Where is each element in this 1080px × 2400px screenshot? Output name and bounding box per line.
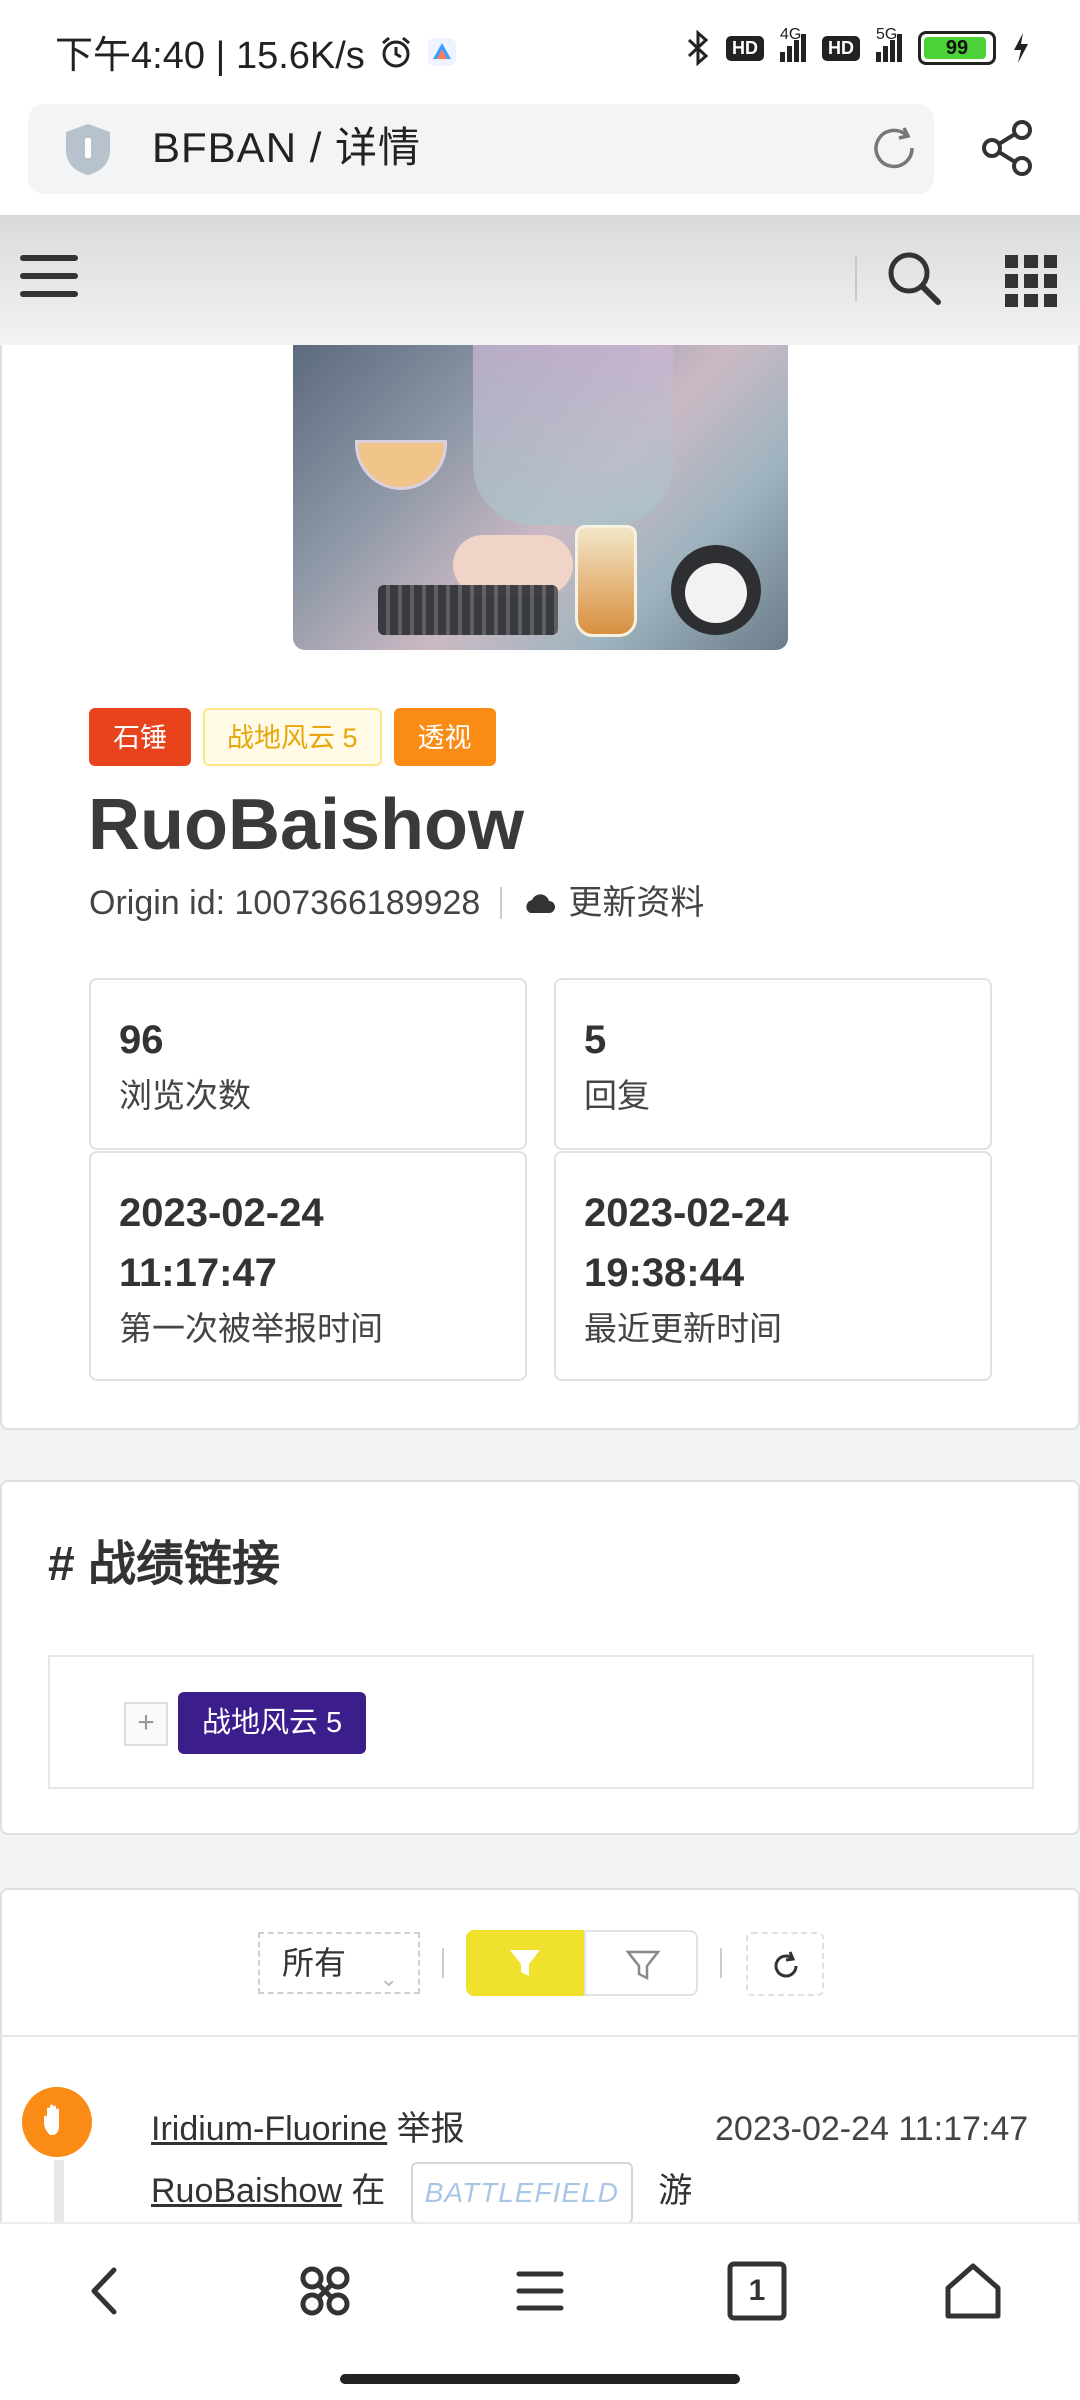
filter-outline-icon — [625, 1950, 661, 1981]
tag-game[interactable]: 战地风云 5 — [203, 708, 382, 766]
shield-icon[interactable] — [62, 122, 114, 176]
chevron-down-icon: ⌄ — [379, 1966, 398, 1991]
stat-views-label: 浏览次数 — [119, 1077, 251, 1114]
target-link[interactable]: RuoBaishow — [151, 2172, 342, 2210]
back-icon[interactable] — [72, 2256, 142, 2326]
bluetooth-icon — [687, 30, 709, 66]
game-link-button[interactable]: 战地风云 5 — [178, 1692, 367, 1754]
stat-views-value: 96 — [119, 1018, 164, 1062]
divider — [720, 1948, 722, 1978]
stat-last-update: 2023-02-24 19:38:44 最近更新时间 — [554, 1151, 992, 1381]
signal-icon-4g: 4G — [780, 26, 806, 62]
filter-inactive-button[interactable] — [584, 1930, 698, 1996]
expand-button[interactable]: + — [124, 1702, 168, 1746]
home-icon[interactable] — [938, 2256, 1008, 2326]
avatar — [293, 345, 788, 650]
header-divider — [855, 255, 857, 301]
update-profile-label[interactable]: 更新资料 — [568, 878, 704, 928]
hamburger-icon[interactable] — [20, 255, 78, 305]
network-5g-label: 5G — [876, 26, 898, 43]
stat-replies: 5 回复 — [554, 978, 992, 1150]
record-links-title: # 战绩链接 — [48, 1538, 281, 1591]
apps-grid-icon[interactable] — [1005, 255, 1057, 307]
tabs-count: 1 — [748, 2274, 766, 2307]
timeline-entry-text: Iridium-Fluorine 举报 RuoBaishow 在 BATTLEF… — [151, 2098, 693, 2266]
refresh-icon — [774, 1951, 798, 1978]
refresh-button[interactable] — [746, 1932, 824, 1996]
stat-first-report-label: 第一次被举报时间 — [119, 1310, 383, 1347]
filter-select-value: 所有 — [282, 1945, 347, 1981]
battery-level: 99 — [945, 36, 969, 59]
command-icon[interactable] — [290, 2256, 360, 2326]
battery-icon: 99 — [918, 31, 996, 65]
battlefield-v-badge: BATTLEFIELD V — [410, 2162, 633, 2266]
timeline-entry-time: 2023-02-24 11:17:47 — [715, 2110, 1029, 2148]
stat-first-report-date: 2023-02-24 — [119, 1191, 324, 1235]
stat-replies-value: 5 — [584, 1018, 607, 1062]
filter-active-button[interactable] — [466, 1930, 584, 1996]
status-right: HD 4G HD 5G 99 — [686, 26, 1030, 66]
hd-badge-1: HD — [726, 35, 764, 61]
stat-replies-label: 回复 — [584, 1077, 650, 1114]
reload-icon[interactable] — [868, 122, 920, 174]
alarm-icon — [381, 36, 410, 67]
cloud-icon — [526, 894, 556, 913]
url-title[interactable]: BFBAN / 详情 — [152, 118, 421, 178]
stat-last-update-label: 最近更新时间 — [584, 1310, 782, 1347]
stat-views: 96 浏览次数 — [89, 978, 527, 1150]
origin-id: Origin id: 1007366189928 — [89, 884, 481, 922]
network-4g-label: 4G — [780, 26, 802, 43]
signal-icon-5g: 5G — [876, 26, 902, 62]
divider — [442, 1948, 444, 1978]
filter-icon — [510, 1950, 540, 1976]
gesture-home-indicator[interactable] — [340, 2374, 740, 2384]
divider — [500, 887, 503, 919]
stat-first-report-time: 11:17:47 — [119, 1251, 277, 1295]
stat-last-update-date: 2023-02-24 — [584, 1191, 789, 1235]
status-tags: 石锤 战地风云 5 透视 — [89, 708, 496, 766]
search-icon[interactable] — [884, 248, 944, 308]
tag-confirmed[interactable]: 石锤 — [89, 708, 191, 766]
share-icon[interactable] — [978, 118, 1038, 178]
stat-first-report: 2023-02-24 11:17:47 第一次被举报时间 — [89, 1151, 527, 1381]
stat-last-update-time: 19:38:44 — [584, 1251, 745, 1295]
divider — [0, 2035, 1080, 2037]
status-time-speed: 下午4:40 | 15.6K/s — [55, 35, 365, 77]
update-profile-button[interactable]: 更新资料 — [522, 878, 704, 928]
hd-badge-2: HD — [822, 35, 860, 61]
tabs-icon[interactable]: 1 — [722, 2256, 792, 2326]
filter-select[interactable]: 所有 ⌄ — [258, 1932, 420, 1994]
app-icon — [427, 37, 456, 66]
menu-icon[interactable] — [505, 2256, 575, 2326]
tag-cheat-type[interactable]: 透视 — [393, 708, 496, 766]
report-action: 举报 — [396, 2110, 465, 2148]
player-username: RuoBaishow — [88, 785, 525, 865]
reporter-link[interactable]: Iridium-Fluorine — [151, 2110, 387, 2148]
timeline-report-marker — [22, 2087, 92, 2157]
origin-row: Origin id: 1007366189928 更新资料 — [89, 878, 704, 928]
report-suffix: 游 — [658, 2172, 693, 2210]
hand-stop-icon — [44, 2104, 59, 2135]
charging-icon — [1014, 33, 1028, 63]
report-preposition: 在 — [351, 2172, 386, 2210]
status-left: 下午4:40 | 15.6K/s — [55, 24, 457, 79]
